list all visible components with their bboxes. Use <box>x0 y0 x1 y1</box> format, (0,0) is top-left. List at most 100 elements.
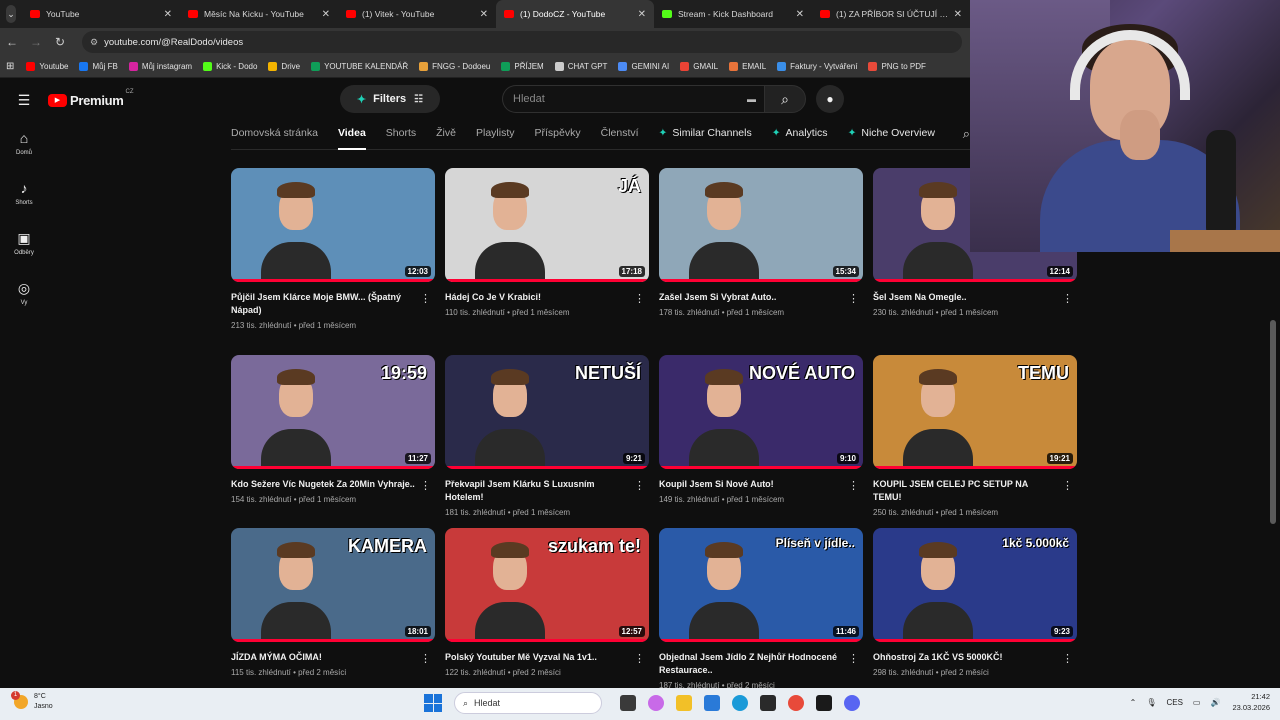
browser-tab[interactable]: YouTube ✕ <box>22 0 180 28</box>
search-button[interactable]: ⌕ <box>764 85 806 113</box>
bookmark-item[interactable]: Můj FB <box>79 62 118 71</box>
more-options-icon[interactable]: ⋮ <box>420 652 431 665</box>
terminal-icon[interactable] <box>760 695 776 711</box>
video-thumbnail[interactable]: 15:34 <box>659 168 863 282</box>
outlook-icon[interactable] <box>704 695 720 711</box>
more-options-icon[interactable]: ⋮ <box>634 652 645 665</box>
voice-search-button[interactable]: ● <box>816 85 844 113</box>
more-options-icon[interactable]: ⋮ <box>420 479 431 492</box>
video-title[interactable]: Šel Jsem Na Omegle.. <box>873 291 1057 304</box>
bookmark-item[interactable]: EMAIL <box>729 62 766 71</box>
video-card[interactable]: szukam te! 12:57 Polský Youtuber Mě Vyzval… <box>445 528 649 677</box>
video-title[interactable]: Ohňostroj Za 1KČ VS 5000KČ! <box>873 651 1057 664</box>
taskbar-search[interactable]: ⌕ Hledat <box>454 692 602 714</box>
more-options-icon[interactable]: ⋮ <box>420 292 431 305</box>
filters-button[interactable]: ✦ Filters ☷ <box>340 85 440 113</box>
video-thumbnail[interactable]: KAMERA 18:01 <box>231 528 435 642</box>
bookmark-item[interactable]: PNG to PDF <box>868 62 926 71</box>
channel-tab[interactable]: Videa <box>337 122 366 150</box>
bookmark-item[interactable]: CHAT GPT <box>554 62 607 71</box>
more-options-icon[interactable]: ⋮ <box>634 479 645 492</box>
video-card[interactable]: KAMERA 18:01 JÍZDA MÝMA OČIMA! 115 tis. zhl… <box>231 528 435 677</box>
weather-widget[interactable]: 1 8°C Jasno <box>11 691 53 712</box>
video-card[interactable]: JÁ 17:18 Hádej Co Je V Krabici! 110 tis. zh… <box>445 168 649 317</box>
video-card[interactable]: 19:59 11:27 Kdo Sežere Víc Nugetek Za 20Mi… <box>231 355 435 504</box>
video-thumbnail[interactable]: Plíseň v jídle.. 11:46 <box>659 528 863 642</box>
channel-tab[interactable]: Playlisty <box>476 122 515 150</box>
discord-icon[interactable] <box>844 695 860 711</box>
browser-tab[interactable]: Měsíc Na Kicku - YouTube ✕ <box>180 0 338 28</box>
video-thumbnail[interactable]: szukam te! 12:57 <box>445 528 649 642</box>
forward-button[interactable]: → <box>24 35 48 49</box>
video-title[interactable]: Objednal Jsem Jídlo Z Nejhůř Hodnocené R… <box>659 651 843 677</box>
language-indicator[interactable]: CES <box>1166 698 1182 707</box>
keyboard-icon[interactable]: ▬ <box>747 94 756 104</box>
clock[interactable]: 21:42 23.03.2026 <box>1232 691 1270 713</box>
task-view-icon[interactable] <box>620 695 636 711</box>
video-title[interactable]: Koupil Jsem Si Nové Auto! <box>659 478 843 491</box>
extension-tab[interactable]: ✦ Similar Channels <box>659 122 752 150</box>
bookmark-item[interactable]: Drive <box>268 62 300 71</box>
video-thumbnail[interactable]: 19:59 11:27 <box>231 355 435 469</box>
bookmark-item[interactable]: Kick - Dodo <box>203 62 257 71</box>
microphone-tray-icon[interactable]: 🎙 <box>1146 698 1156 707</box>
video-title[interactable]: Překvapil Jsem Klárku S Luxusním Hotelem… <box>445 478 629 504</box>
guide-menu-icon[interactable]: ☰ <box>0 92 48 109</box>
channel-tab[interactable]: Členství <box>601 122 639 150</box>
bookmark-item[interactable]: GEMINI AI <box>618 62 669 71</box>
video-thumbnail[interactable]: NOVÉ AUTO 9:10 <box>659 355 863 469</box>
copilot-icon[interactable] <box>648 695 664 711</box>
video-card[interactable]: NETUŠÍ 9:21 Překvapil Jsem Klárku S Luxusn… <box>445 355 649 517</box>
video-thumbnail[interactable]: NETUŠÍ 9:21 <box>445 355 649 469</box>
more-options-icon[interactable]: ⋮ <box>1062 479 1073 492</box>
bookmark-item[interactable]: Můj instagram <box>128 62 192 71</box>
more-options-icon[interactable]: ⋮ <box>848 479 859 492</box>
tab-close-icon[interactable]: ✕ <box>480 9 488 20</box>
extension-tab[interactable]: ✦ Niche Overview <box>848 122 935 150</box>
page-scrollbar[interactable] <box>1270 320 1276 524</box>
video-title[interactable]: Hádej Co Je V Krabici! <box>445 291 629 304</box>
tab-close-icon[interactable]: ✕ <box>954 9 962 20</box>
video-title[interactable]: JÍZDA MÝMA OČIMA! <box>231 651 415 664</box>
more-options-icon[interactable]: ⋮ <box>1062 292 1073 305</box>
bookmark-item[interactable]: Faktury - Vytváření <box>777 62 857 71</box>
more-options-icon[interactable]: ⋮ <box>848 652 859 665</box>
channel-tab[interactable]: Shorts <box>386 122 416 150</box>
video-card[interactable]: 15:34 Zašel Jsem Si Vybrat Auto.. 178 tis.… <box>659 168 863 317</box>
guide-item[interactable]: ♪ Shorts <box>0 172 48 222</box>
video-card[interactable]: NOVÉ AUTO 9:10 Koupil Jsem Si Nové Auto! 14… <box>659 355 863 504</box>
bookmark-item[interactable]: GMAIL <box>680 62 718 71</box>
video-thumbnail[interactable]: 12:03 <box>231 168 435 282</box>
chrome-icon[interactable] <box>788 695 804 711</box>
site-info-icon[interactable]: ⚙ <box>90 37 98 48</box>
browser-tab[interactable]: (1) DodoCZ - YouTube ✕ <box>496 0 654 28</box>
extension-tab[interactable]: ✦ Analytics <box>772 122 828 150</box>
back-button[interactable]: ← <box>0 35 24 49</box>
guide-item[interactable]: ▣ Odběry <box>0 222 48 272</box>
bookmark-item[interactable]: FNGG - Dodoeu <box>419 62 490 71</box>
browser-tab[interactable]: (1) Vitek - YouTube ✕ <box>338 0 496 28</box>
tab-close-icon[interactable]: ✕ <box>164 9 172 20</box>
tab-close-icon[interactable]: ✕ <box>638 9 646 20</box>
edge-icon[interactable] <box>732 695 748 711</box>
video-title[interactable]: Kdo Sežere Víc Nugetek Za 20Min Vyhraje.… <box>231 478 415 491</box>
guide-item[interactable]: ◎ Vy <box>0 272 48 322</box>
chevron-up-icon[interactable]: ⌃ <box>1130 698 1137 707</box>
video-thumbnail[interactable]: TEMU 19:21 <box>873 355 1077 469</box>
apps-grid-icon[interactable]: ⊞ <box>6 61 14 72</box>
video-card[interactable]: Plíseň v jídle.. 11:46 Objednal Jsem Jídlo… <box>659 528 863 690</box>
bookmark-item[interactable]: YOUTUBE KALENDÁŘ <box>311 62 408 71</box>
bookmark-item[interactable]: Youtube <box>26 62 68 71</box>
volume-icon[interactable]: 🔊 <box>1210 698 1220 707</box>
video-card[interactable]: 12:03 Půjčil Jsem Klárce Moje BMW... (Špa… <box>231 168 435 330</box>
reload-button[interactable]: ↻ <box>48 35 72 49</box>
video-title[interactable]: Polský Youtuber Mě Vyzval Na 1v1.. <box>445 651 629 664</box>
youtube-premium-logo[interactable]: ▶ Premium CZ <box>48 89 134 108</box>
start-icon[interactable] <box>424 694 442 712</box>
search-input[interactable]: Hledat ▬ <box>502 85 764 113</box>
channel-tab[interactable]: Domovská stránka <box>231 122 318 150</box>
tab-close-icon[interactable]: ✕ <box>322 9 330 20</box>
channel-tab[interactable]: Živě <box>436 122 456 150</box>
channel-tab[interactable]: Příspěvky <box>535 122 581 150</box>
epic-games-icon[interactable] <box>816 695 832 711</box>
